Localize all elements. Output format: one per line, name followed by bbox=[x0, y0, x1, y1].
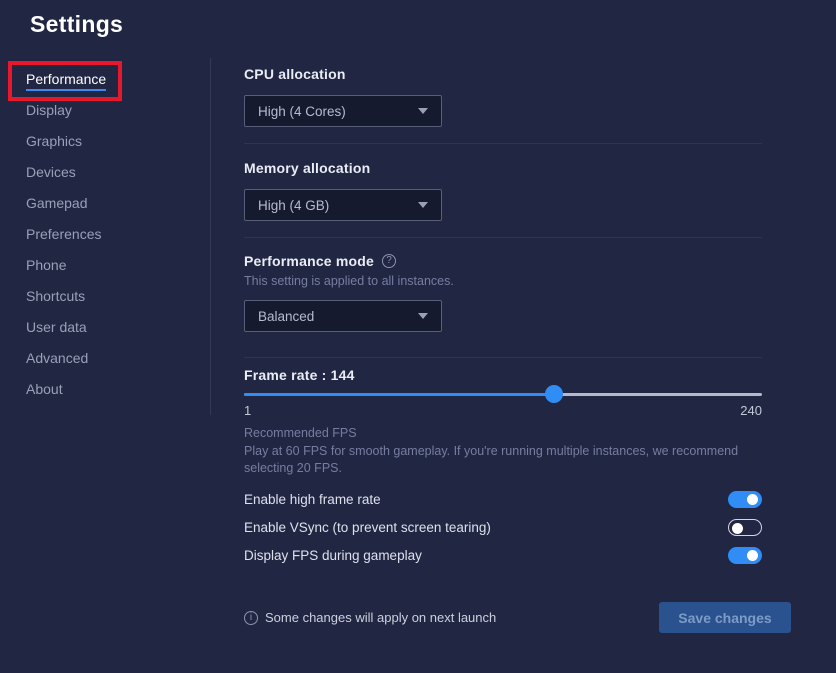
sidebar-item-advanced[interactable]: Advanced bbox=[26, 344, 106, 375]
memory-allocation-dropdown[interactable]: High (4 GB) bbox=[244, 189, 442, 221]
sidebar-item-devices[interactable]: Devices bbox=[26, 158, 106, 189]
recommended-fps-body: Play at 60 FPS for smooth gameplay. If y… bbox=[244, 443, 759, 477]
sidebar-content-divider bbox=[210, 58, 211, 415]
section-divider bbox=[244, 143, 762, 144]
frame-rate-label: Frame rate : 144 bbox=[244, 367, 355, 383]
toggle-knob bbox=[747, 494, 758, 505]
toggle-row-vsync: Enable VSync (to prevent screen tearing) bbox=[244, 519, 762, 536]
save-changes-button[interactable]: Save changes bbox=[659, 602, 791, 633]
toggle-knob bbox=[747, 550, 758, 561]
performance-settings-panel: CPU allocation High (4 Cores) Memory all… bbox=[244, 0, 762, 673]
section-divider bbox=[244, 357, 762, 358]
cpu-allocation-label: CPU allocation bbox=[244, 66, 346, 82]
info-circle-icon: i bbox=[244, 611, 258, 625]
sidebar-item-shortcuts[interactable]: Shortcuts bbox=[26, 282, 106, 313]
sidebar-item-label: Preferences bbox=[26, 226, 101, 246]
performance-mode-dropdown[interactable]: Balanced bbox=[244, 300, 442, 332]
footer-note-text: Some changes will apply on next launch bbox=[265, 610, 496, 625]
sidebar-item-label: Performance bbox=[26, 71, 106, 91]
frame-rate-fill bbox=[244, 393, 554, 396]
sidebar-item-label: Phone bbox=[26, 257, 66, 277]
footer-note: i Some changes will apply on next launch bbox=[244, 610, 496, 625]
sidebar-item-label: Graphics bbox=[26, 133, 82, 153]
page-title: Settings bbox=[30, 11, 123, 38]
sidebar-item-gamepad[interactable]: Gamepad bbox=[26, 189, 106, 220]
frame-rate-max: 240 bbox=[740, 403, 762, 418]
sidebar-item-phone[interactable]: Phone bbox=[26, 251, 106, 282]
question-circle-icon[interactable]: ? bbox=[382, 254, 396, 268]
performance-mode-value: Balanced bbox=[258, 309, 314, 324]
toggle-label: Display FPS during gameplay bbox=[244, 548, 422, 563]
sidebar-item-label: Gamepad bbox=[26, 195, 87, 215]
frame-rate-min: 1 bbox=[244, 403, 251, 418]
frame-rate-thumb[interactable] bbox=[545, 385, 563, 403]
frame-rate-slider[interactable] bbox=[244, 385, 762, 403]
caret-down-icon bbox=[418, 108, 428, 114]
memory-allocation-label: Memory allocation bbox=[244, 160, 370, 176]
sidebar-item-label: Display bbox=[26, 102, 72, 122]
sidebar-item-graphics[interactable]: Graphics bbox=[26, 127, 106, 158]
toggle-label: Enable high frame rate bbox=[244, 492, 381, 507]
performance-mode-label: Performance mode bbox=[244, 253, 374, 269]
memory-allocation-value: High (4 GB) bbox=[258, 198, 329, 213]
vsync-toggle[interactable] bbox=[728, 519, 762, 536]
sidebar-item-label: Advanced bbox=[26, 350, 88, 370]
display-fps-toggle[interactable] bbox=[728, 547, 762, 564]
caret-down-icon bbox=[418, 202, 428, 208]
sidebar-item-display[interactable]: Display bbox=[26, 96, 106, 127]
toggle-knob bbox=[732, 523, 743, 534]
sidebar-item-label: User data bbox=[26, 319, 87, 339]
sidebar-item-label: Shortcuts bbox=[26, 288, 85, 308]
caret-down-icon bbox=[418, 313, 428, 319]
settings-sidebar: Performance Display Graphics Devices Gam… bbox=[26, 65, 106, 406]
performance-mode-row: Performance mode ? bbox=[244, 253, 396, 269]
sidebar-item-user-data[interactable]: User data bbox=[26, 313, 106, 344]
toggle-row-high-frame-rate: Enable high frame rate bbox=[244, 491, 762, 508]
sidebar-item-label: Devices bbox=[26, 164, 76, 184]
cpu-allocation-dropdown[interactable]: High (4 Cores) bbox=[244, 95, 442, 127]
performance-mode-subtitle: This setting is applied to all instances… bbox=[244, 274, 454, 288]
sidebar-item-performance[interactable]: Performance bbox=[26, 65, 106, 96]
sidebar-item-preferences[interactable]: Preferences bbox=[26, 220, 106, 251]
high-frame-rate-toggle[interactable] bbox=[728, 491, 762, 508]
sidebar-item-label: About bbox=[26, 381, 63, 401]
sidebar-item-about[interactable]: About bbox=[26, 375, 106, 406]
recommended-fps-title: Recommended FPS bbox=[244, 426, 357, 440]
toggle-label: Enable VSync (to prevent screen tearing) bbox=[244, 520, 491, 535]
toggle-row-display-fps: Display FPS during gameplay bbox=[244, 547, 762, 564]
frame-rate-minmax: 1 240 bbox=[244, 403, 762, 418]
section-divider bbox=[244, 237, 762, 238]
cpu-allocation-value: High (4 Cores) bbox=[258, 104, 346, 119]
